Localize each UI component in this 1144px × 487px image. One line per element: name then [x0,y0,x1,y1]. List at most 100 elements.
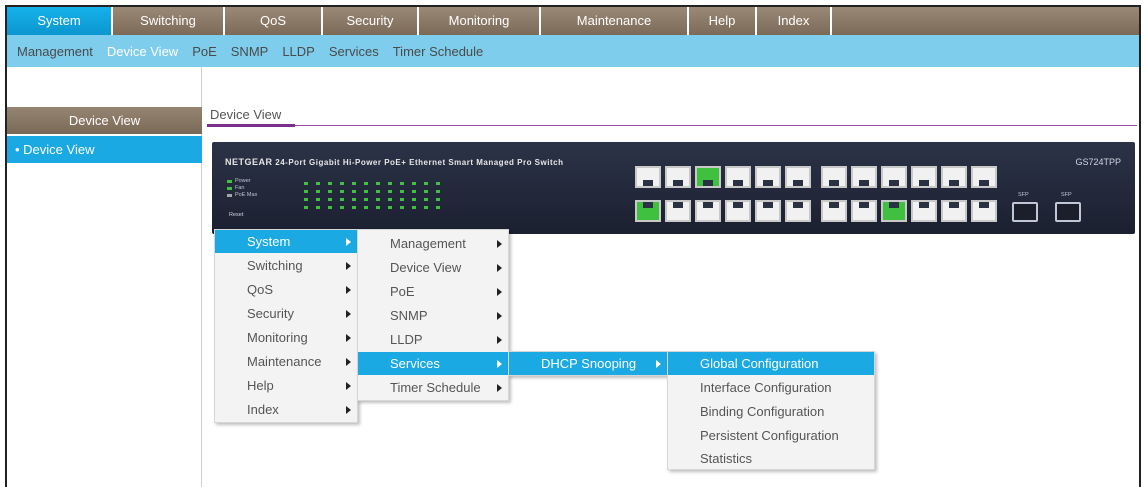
device-brand: NETGEAR 24-Port Gigabit Hi-Power PoE+ Et… [225,157,563,167]
port-status-led [352,206,356,209]
subnav-lldp[interactable]: LLDP [282,44,315,59]
port-14[interactable] [821,200,847,222]
menu2-snmp[interactable]: SNMP [358,304,508,327]
port-2[interactable] [635,200,661,222]
chevron-right-icon [346,358,351,366]
port-18[interactable] [881,200,907,222]
sidebar-item-device-view[interactable]: • Device View [7,136,202,163]
subnav-timer-schedule[interactable]: Timer Schedule [393,44,484,59]
chevron-right-icon [497,312,502,320]
menu1-index[interactable]: Index [215,398,357,421]
port-notch [889,202,899,208]
menu2-timer-schedule[interactable]: Timer Schedule [358,376,508,399]
reset-button-label: Reset [229,212,244,218]
menu4-binding-configuration[interactable]: Binding Configuration [668,400,874,423]
port-status-led [364,206,368,209]
port-notch [763,180,773,186]
tab-monitoring[interactable]: Monitoring [419,7,541,35]
port-21[interactable] [941,166,967,188]
port-13[interactable] [821,166,847,188]
sfp-label-25: SFP [1018,192,1029,198]
fan-led-label: Fan [235,185,245,191]
chevron-right-icon [497,384,502,392]
port-3[interactable] [665,166,691,188]
port-status-led [412,182,416,185]
menu4-interface-configuration[interactable]: Interface Configuration [668,376,874,399]
menu2-services[interactable]: Services [358,352,508,375]
device-description: 24-Port Gigabit Hi-Power PoE+ Ethernet S… [275,158,564,167]
sfp-port-26[interactable] [1055,202,1081,222]
port-status-led [352,198,356,201]
subnav-management[interactable]: Management [17,44,93,59]
port-notch [829,180,839,186]
title-underline [207,124,295,127]
port-24[interactable] [971,200,997,222]
menu2-management[interactable]: Management [358,232,508,255]
chevron-right-icon [497,336,502,344]
port-notch [673,202,683,208]
tab-security[interactable]: Security [323,7,419,35]
subnav-poe[interactable]: PoE [192,44,217,59]
menu2-lldp[interactable]: LLDP [358,328,508,351]
menu1-security[interactable]: Security [215,302,357,325]
port-notch [859,202,869,208]
port-19[interactable] [911,166,937,188]
port-1[interactable] [635,166,661,188]
menu1-qos[interactable]: QoS [215,278,357,301]
tab-switching[interactable]: Switching [113,7,225,35]
port-10[interactable] [755,200,781,222]
menu4-global-configuration[interactable]: Global Configuration [668,352,874,375]
chevron-right-icon [346,406,351,414]
port-status-led [340,182,344,185]
menu1-system[interactable]: System [215,230,357,253]
menu1-monitoring[interactable]: Monitoring [215,326,357,349]
port-6[interactable] [695,200,721,222]
chevron-right-icon [497,240,502,248]
port-status-led [316,198,320,201]
port-status-led [352,190,356,193]
port-notch [643,180,653,186]
port-22[interactable] [941,200,967,222]
menu2-poe[interactable]: PoE [358,280,508,303]
sfp-port-25[interactable] [1012,202,1038,222]
port-notch [859,180,869,186]
port-11[interactable] [785,166,811,188]
port-status-led [328,182,332,185]
port-12[interactable] [785,200,811,222]
port-status-led [304,206,308,209]
port-status-led [436,190,440,193]
subnav-services[interactable]: Services [329,44,379,59]
menu3-dhcp-snooping[interactable]: DHCP Snooping [509,352,667,375]
port-8[interactable] [725,200,751,222]
port-23[interactable] [971,166,997,188]
port-15[interactable] [851,166,877,188]
port-5[interactable] [695,166,721,188]
subnav-device-view[interactable]: Device View [107,44,178,59]
port-status-led [376,206,380,209]
tab-maintenance[interactable]: Maintenance [541,7,689,35]
sfp-label-26: SFP [1061,192,1072,198]
port-16[interactable] [851,200,877,222]
port-9[interactable] [755,166,781,188]
tab-system[interactable]: System [7,7,113,35]
chevron-right-icon [497,288,502,296]
menu4-persistent-configuration[interactable]: Persistent Configuration [668,424,874,447]
menu1-maintenance[interactable]: Maintenance [215,350,357,373]
port-4[interactable] [665,200,691,222]
menu4-statistics[interactable]: Statistics [668,447,874,470]
subnav-snmp[interactable]: SNMP [231,44,269,59]
port-status-led [304,182,308,185]
menu1-help[interactable]: Help [215,374,357,397]
tab-qos[interactable]: QoS [225,7,323,35]
port-20[interactable] [911,200,937,222]
port-status-led [400,206,404,209]
menu1-switching[interactable]: Switching [215,254,357,277]
chevron-right-icon [346,334,351,342]
port-17[interactable] [881,166,907,188]
menu2-device-view[interactable]: Device View [358,256,508,279]
tab-index[interactable]: Index [757,7,832,35]
port-notch [979,202,989,208]
port-status-led [352,182,356,185]
tab-help[interactable]: Help [689,7,757,35]
port-7[interactable] [725,166,751,188]
